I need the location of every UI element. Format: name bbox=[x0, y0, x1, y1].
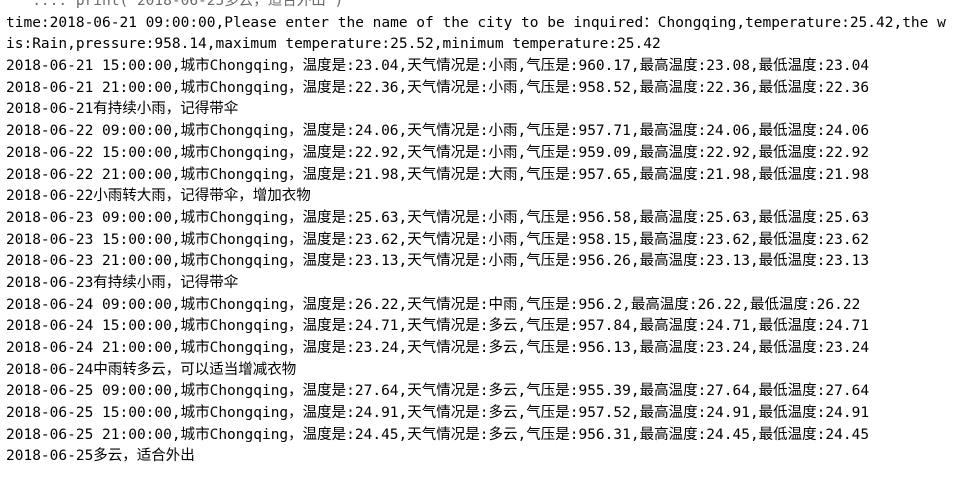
console-line: 2018-06-22 15:00:00,城市Chongqing，温度是:22.9… bbox=[6, 144, 870, 161]
console-line: 2018-06-23有持续小雨，记得带伞 bbox=[6, 274, 239, 291]
console-line: 2018-06-22 09:00:00,城市Chongqing，温度是:24.0… bbox=[6, 123, 870, 140]
console-line: 2018-06-23 09:00:00,城市Chongqing，温度是:25.6… bbox=[6, 209, 870, 226]
console-line: 2018-06-24中雨转多云，可以适当增减衣物 bbox=[6, 361, 297, 378]
console-line: is:Rain,pressure:958.14,maximum temperat… bbox=[6, 36, 661, 53]
console-line: 2018-06-23 21:00:00,城市Chongqing，温度是:23.1… bbox=[6, 253, 870, 270]
console-output: .... print('2018-06-25多云，适合外出') time:201… bbox=[0, 0, 976, 485]
console-line: 2018-06-21 15:00:00,城市Chongqing，温度是:23.0… bbox=[6, 58, 870, 75]
console-line: 2018-06-22 21:00:00,城市Chongqing，温度是:21.9… bbox=[6, 166, 870, 183]
console-line-clipped: .... print('2018-06-25多云，适合外出') bbox=[6, 0, 344, 9]
console-line: 2018-06-22小雨转大雨，记得带伞，增加衣物 bbox=[6, 188, 311, 205]
console-line: 2018-06-24 09:00:00,城市Chongqing，温度是:26.2… bbox=[6, 296, 861, 313]
console-line: 2018-06-25 09:00:00,城市Chongqing，温度是:27.6… bbox=[6, 383, 870, 400]
console-line: 2018-06-24 15:00:00,城市Chongqing，温度是:24.7… bbox=[6, 318, 870, 335]
console-line: 2018-06-25 21:00:00,城市Chongqing，温度是:24.4… bbox=[6, 426, 870, 443]
console-line: 2018-06-21 21:00:00,城市Chongqing，温度是:22.3… bbox=[6, 79, 870, 96]
console-line: 2018-06-25多云，适合外出 bbox=[6, 448, 195, 465]
console-line: 2018-06-23 15:00:00,城市Chongqing，温度是:23.6… bbox=[6, 231, 870, 248]
console-line: time:2018-06-21 09:00:00,Please enter th… bbox=[6, 14, 946, 31]
console-line: 2018-06-21有持续小雨，记得带伞 bbox=[6, 101, 239, 118]
console-line: 2018-06-24 21:00:00,城市Chongqing，温度是:23.2… bbox=[6, 340, 870, 356]
console-line: 2018-06-25 15:00:00,城市Chongqing，温度是:24.9… bbox=[6, 405, 870, 422]
